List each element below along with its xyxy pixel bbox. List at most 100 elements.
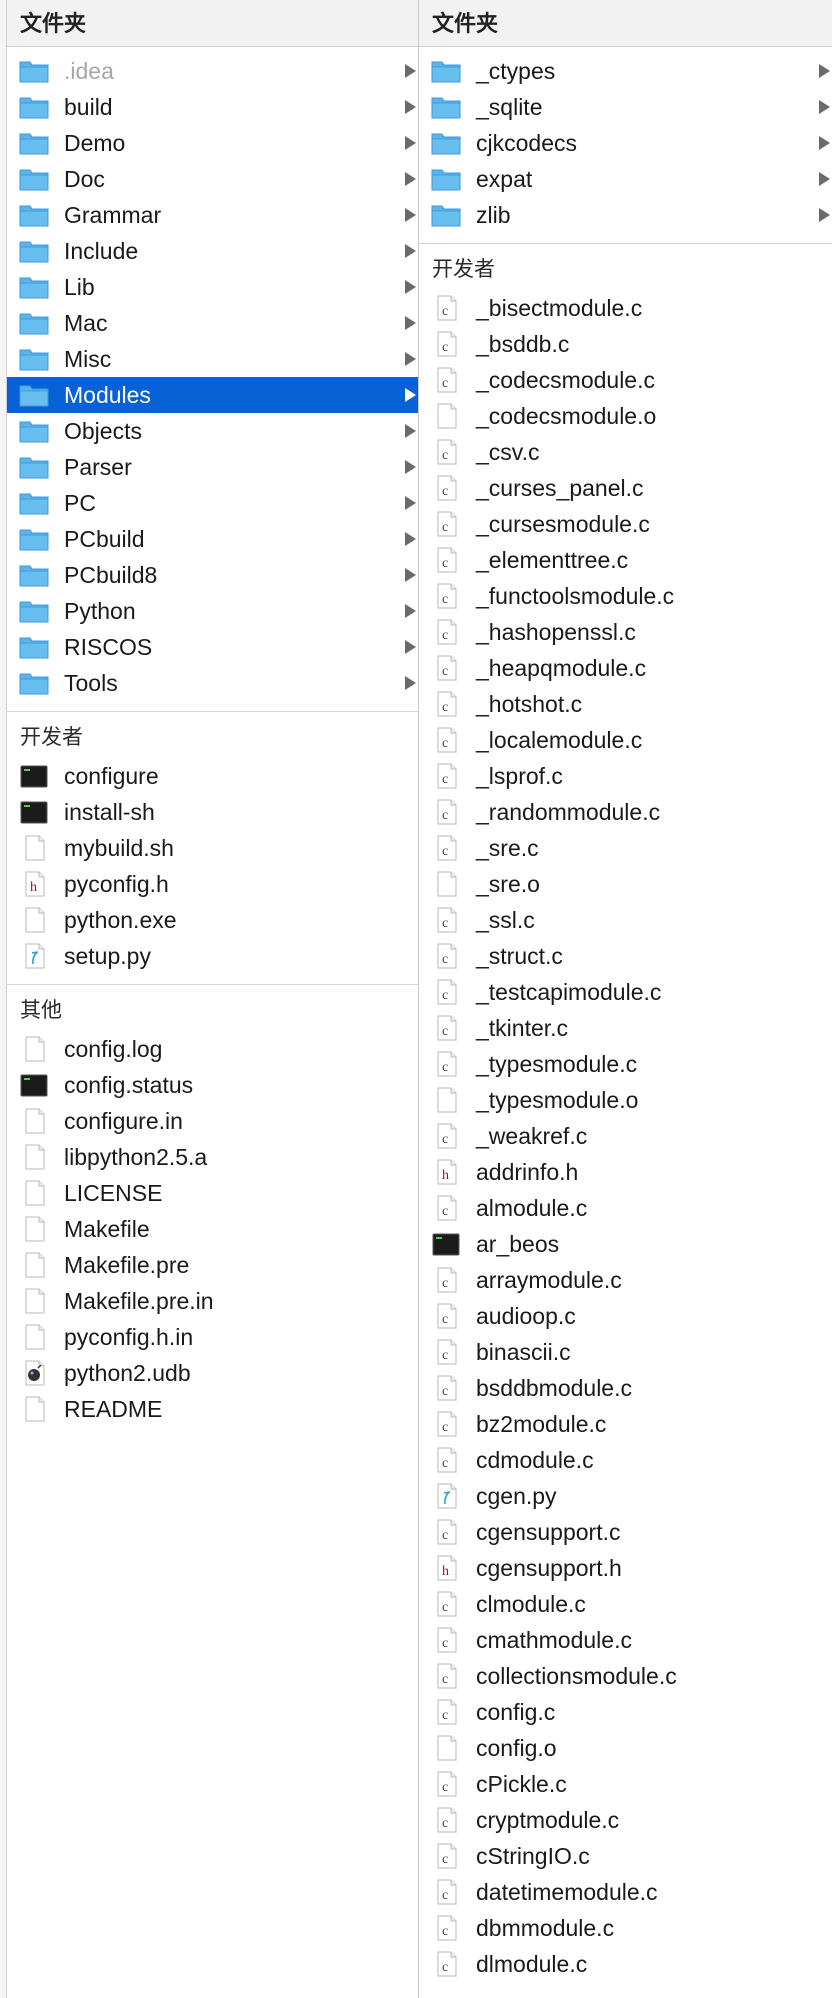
column-1[interactable]: 文件夹 .idea build Demo Doc Grammar Include Lib Ma… (7, 0, 418, 1998)
file-item-pyconfig-h[interactable]: h pyconfig.h (7, 866, 418, 902)
file-item-hashopenssl-c[interactable]: c _hashopenssl.c (419, 614, 832, 650)
file-item-hotshot-c[interactable]: c _hotshot.c (419, 686, 832, 722)
folder-item-riscos[interactable]: RISCOS (7, 629, 418, 665)
file-item-clmodule-c[interactable]: c clmodule.c (419, 1586, 832, 1622)
c-source-file-icon: c (431, 1771, 461, 1797)
file-item-makefile-pre[interactable]: Makefile.pre (7, 1247, 418, 1283)
file-label: libpython2.5.a (64, 1144, 208, 1170)
file-item-cdmodule-c[interactable]: c cdmodule.c (419, 1442, 832, 1478)
folder-item-expat[interactable]: expat (419, 161, 832, 197)
file-item-config-c[interactable]: c config.c (419, 1694, 832, 1730)
file-item-dbmmodule-c[interactable]: c dbmmodule.c (419, 1910, 832, 1946)
file-item-collectionsmodule-c[interactable]: c collectionsmodule.c (419, 1658, 832, 1694)
file-item-license[interactable]: LICENSE (7, 1175, 418, 1211)
folder-item-include[interactable]: Include (7, 233, 418, 269)
file-item-ssl-c[interactable]: c _ssl.c (419, 902, 832, 938)
column-1-folders-header: 文件夹 (7, 0, 418, 47)
file-item-datetimemodule-c[interactable]: c datetimemodule.c (419, 1874, 832, 1910)
disclosure-arrow-icon (405, 604, 416, 618)
file-item-bsddbmodule-c[interactable]: c bsddbmodule.c (419, 1370, 832, 1406)
file-item-libpython2-5-a[interactable]: libpython2.5.a (7, 1139, 418, 1175)
disclosure-arrow-icon (405, 208, 416, 222)
file-item-bz2module-c[interactable]: c bz2module.c (419, 1406, 832, 1442)
file-item-setup-py[interactable]: setup.py (7, 938, 418, 974)
file-item-functoolsmodule-c[interactable]: c _functoolsmodule.c (419, 578, 832, 614)
file-item-cmathmodule-c[interactable]: c cmathmodule.c (419, 1622, 832, 1658)
folder-item-modules[interactable]: Modules (7, 377, 418, 413)
folder-item-tools[interactable]: Tools (7, 665, 418, 701)
file-item-python2-udb[interactable]: python2.udb (7, 1355, 418, 1391)
folder-item-sqlite[interactable]: _sqlite (419, 89, 832, 125)
file-item-arraymodule-c[interactable]: c arraymodule.c (419, 1262, 832, 1298)
file-item-cursesmodule-c[interactable]: c _cursesmodule.c (419, 506, 832, 542)
file-item-almodule-c[interactable]: c almodule.c (419, 1190, 832, 1226)
document-icon (431, 871, 461, 897)
file-item-python-exe[interactable]: python.exe (7, 902, 418, 938)
folder-item-lib[interactable]: Lib (7, 269, 418, 305)
file-item-typesmodule-c[interactable]: c _typesmodule.c (419, 1046, 832, 1082)
folder-item-zlib[interactable]: zlib (419, 197, 832, 233)
file-item-cpickle-c[interactable]: c cPickle.c (419, 1766, 832, 1802)
disclosure-arrow-icon (405, 424, 416, 438)
file-item-cstringio-c[interactable]: c cStringIO.c (419, 1838, 832, 1874)
svg-text:c: c (442, 1600, 448, 1615)
file-item-elementtree-c[interactable]: c _elementtree.c (419, 542, 832, 578)
folder-item-build[interactable]: build (7, 89, 418, 125)
file-item-makefile-pre-in[interactable]: Makefile.pre.in (7, 1283, 418, 1319)
file-item-dlmodule-c[interactable]: c dlmodule.c (419, 1946, 832, 1982)
file-item-cgensupport-c[interactable]: c cgensupport.c (419, 1514, 832, 1550)
file-item-heapqmodule-c[interactable]: c _heapqmodule.c (419, 650, 832, 686)
file-item-audioop-c[interactable]: c audioop.c (419, 1298, 832, 1334)
file-item-ar-beos[interactable]: ar_beos (419, 1226, 832, 1262)
file-item-pyconfig-h-in[interactable]: pyconfig.h.in (7, 1319, 418, 1355)
folder-item-objects[interactable]: Objects (7, 413, 418, 449)
file-item-randommodule-c[interactable]: c _randommodule.c (419, 794, 832, 830)
file-item-tkinter-c[interactable]: c _tkinter.c (419, 1010, 832, 1046)
folder-item-doc[interactable]: Doc (7, 161, 418, 197)
folder-item-parser[interactable]: Parser (7, 449, 418, 485)
file-item-install-sh[interactable]: install-sh (7, 794, 418, 830)
file-item-config-status[interactable]: config.status (7, 1067, 418, 1103)
file-item-typesmodule-o[interactable]: _typesmodule.o (419, 1082, 832, 1118)
file-item-cgen-py[interactable]: cgen.py (419, 1478, 832, 1514)
folder-item-grammar[interactable]: Grammar (7, 197, 418, 233)
file-item-sre-o[interactable]: _sre.o (419, 866, 832, 902)
file-item-codecsmodule-o[interactable]: _codecsmodule.o (419, 398, 832, 434)
file-item-cgensupport-h[interactable]: h cgensupport.h (419, 1550, 832, 1586)
file-item-config-o[interactable]: config.o (419, 1730, 832, 1766)
file-item-configure-in[interactable]: configure.in (7, 1103, 418, 1139)
file-item-lsprof-c[interactable]: c _lsprof.c (419, 758, 832, 794)
folder-item-demo[interactable]: Demo (7, 125, 418, 161)
folder-item-pcbuild[interactable]: PCbuild (7, 521, 418, 557)
file-item-configure[interactable]: configure (7, 758, 418, 794)
folder-item-mac[interactable]: Mac (7, 305, 418, 341)
file-item-weakref-c[interactable]: c _weakref.c (419, 1118, 832, 1154)
folder-item-python[interactable]: Python (7, 593, 418, 629)
file-item-bisectmodule-c[interactable]: c _bisectmodule.c (419, 290, 832, 326)
file-label: almodule.c (476, 1195, 588, 1221)
file-item-curses-panel-c[interactable]: c _curses_panel.c (419, 470, 832, 506)
folder-item-misc[interactable]: Misc (7, 341, 418, 377)
file-item-csv-c[interactable]: c _csv.c (419, 434, 832, 470)
file-item-makefile[interactable]: Makefile (7, 1211, 418, 1247)
file-label: pyconfig.h (64, 871, 169, 897)
folder-item-cjkcodecs[interactable]: cjkcodecs (419, 125, 832, 161)
file-item-struct-c[interactable]: c _struct.c (419, 938, 832, 974)
file-item-bsddb-c[interactable]: c _bsddb.c (419, 326, 832, 362)
file-item-testcapimodule-c[interactable]: c _testcapimodule.c (419, 974, 832, 1010)
file-item-sre-c[interactable]: c _sre.c (419, 830, 832, 866)
file-item-readme[interactable]: README (7, 1391, 418, 1427)
folder-item-idea[interactable]: .idea (7, 53, 418, 89)
folder-item-pcbuild8[interactable]: PCbuild8 (7, 557, 418, 593)
file-item-mybuild-sh[interactable]: mybuild.sh (7, 830, 418, 866)
file-item-binascii-c[interactable]: c binascii.c (419, 1334, 832, 1370)
folder-item-pc[interactable]: PC (7, 485, 418, 521)
file-item-localemodule-c[interactable]: c _localemodule.c (419, 722, 832, 758)
file-item-cryptmodule-c[interactable]: c cryptmodule.c (419, 1802, 832, 1838)
folder-item-ctypes[interactable]: _ctypes (419, 53, 832, 89)
file-item-codecsmodule-c[interactable]: c _codecsmodule.c (419, 362, 832, 398)
file-item-addrinfo-h[interactable]: h addrinfo.h (419, 1154, 832, 1190)
column-2[interactable]: 文件夹 _ctypes _sqlite cjkcodecs expat zlib 开发者 c… (418, 0, 832, 1998)
folder-label: Grammar (64, 202, 162, 228)
file-item-config-log[interactable]: config.log (7, 1031, 418, 1067)
